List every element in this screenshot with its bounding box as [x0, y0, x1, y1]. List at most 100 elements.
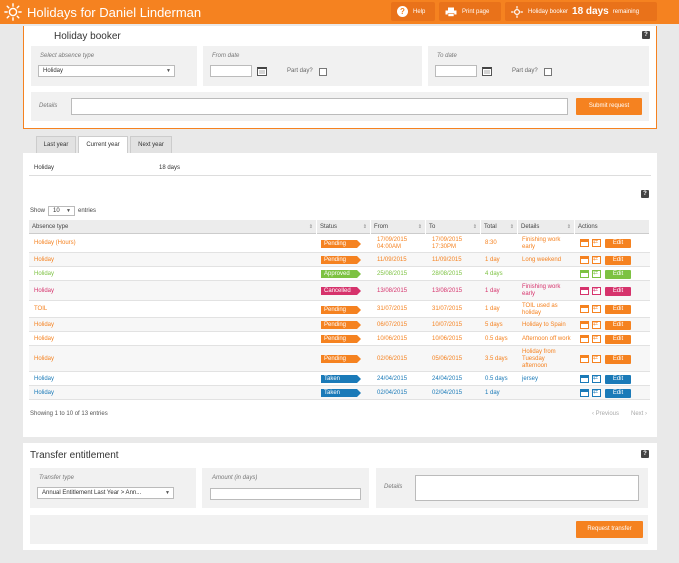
- amount-box: Amount (in days): [202, 468, 369, 508]
- cell-absence-type: Holiday: [34, 322, 55, 328]
- swap-icon[interactable]: [592, 334, 601, 343]
- to-calendar-icon[interactable]: [482, 67, 492, 76]
- cell-from-line: 31/07/2015: [377, 306, 408, 312]
- cell-to-line: 02/04/2015: [432, 390, 463, 396]
- edit-button[interactable]: Edit: [605, 355, 631, 364]
- holiday-booker-button[interactable]: Holiday booker 18 days remaining: [505, 2, 657, 21]
- cell-to: 31/07/2015: [432, 306, 462, 313]
- year-tabs: Last year Current year Next year: [23, 136, 657, 154]
- tab-next-year[interactable]: Next year: [130, 136, 172, 153]
- col-details[interactable]: Details ⇕: [518, 220, 575, 234]
- page-size-select[interactable]: 10 ▼: [48, 206, 75, 216]
- cell-details-line: jersey: [522, 376, 539, 382]
- edit-button[interactable]: Edit: [605, 389, 631, 398]
- print-page-button[interactable]: Print page: [439, 2, 501, 21]
- col-actions: Actions: [575, 220, 650, 234]
- to-part-day-checkbox[interactable]: [544, 68, 552, 76]
- cell-to-line: 11/09/2015: [432, 257, 462, 263]
- sort-icon: ⇕: [417, 224, 422, 230]
- swap-icon[interactable]: [592, 255, 601, 264]
- cell-details-line: Holiday from: [522, 349, 556, 355]
- absences-panel: Holiday 18 days ? Show 10 ▼ entries Abse…: [23, 153, 657, 437]
- cell-details: Finishing work early: [522, 237, 560, 251]
- cell-absence-type: TOIL: [34, 306, 48, 312]
- cell-details-line: early: [522, 244, 536, 250]
- pager-next[interactable]: Next ›: [631, 411, 647, 417]
- cell-absence-type: Holiday: [34, 376, 55, 382]
- swap-icon[interactable]: [592, 238, 601, 247]
- table-help-icon[interactable]: ?: [641, 190, 649, 198]
- col-absence-type[interactable]: Absence type ⇕: [29, 220, 317, 234]
- calendar-icon[interactable]: [580, 256, 589, 264]
- sort-icon: ⇕: [509, 224, 514, 230]
- transfer-help-icon[interactable]: ?: [641, 450, 649, 458]
- request-transfer-button[interactable]: Request transfer: [576, 521, 643, 538]
- details-input[interactable]: [71, 98, 568, 115]
- amount-input[interactable]: [210, 488, 361, 500]
- cell-total: 0.5 days: [485, 376, 508, 382]
- cell-total: 1 day: [485, 288, 500, 294]
- to-date-input[interactable]: [435, 65, 477, 77]
- from-calendar-icon[interactable]: [257, 67, 267, 76]
- calendar-icon[interactable]: [580, 321, 589, 329]
- swap-icon[interactable]: [592, 388, 601, 397]
- submit-request-button[interactable]: Submit request: [576, 98, 642, 115]
- cell-to-line: 31/07/2015: [432, 306, 463, 312]
- table-row: Holiday Pending 11/09/2015 11/09/2015 1 day L…: [29, 253, 650, 267]
- col-status[interactable]: Status ⇕: [317, 220, 371, 234]
- from-part-day-checkbox[interactable]: [319, 68, 327, 76]
- calendar-icon[interactable]: [580, 239, 589, 247]
- swap-icon[interactable]: [592, 286, 601, 295]
- tab-current-year[interactable]: Current year: [78, 136, 128, 154]
- edit-button[interactable]: Edit: [605, 321, 631, 330]
- col-from[interactable]: From ⇕: [371, 220, 426, 234]
- edit-button[interactable]: Edit: [605, 287, 631, 296]
- cell-to-line: 10/07/2015: [432, 322, 463, 328]
- edit-button[interactable]: Edit: [605, 375, 631, 384]
- edit-button[interactable]: Edit: [605, 256, 631, 265]
- from-date-input[interactable]: [210, 65, 252, 77]
- table-info: Showing 1 to 10 of 13 entries: [30, 411, 108, 417]
- col-to[interactable]: To ⇕: [426, 220, 481, 234]
- booker-help-icon[interactable]: ?: [642, 31, 650, 39]
- cell-from: 11/09/2015: [377, 257, 407, 264]
- edit-button[interactable]: Edit: [605, 270, 631, 279]
- cell-details-line: TOIL used as: [522, 303, 558, 309]
- table-row: Holiday Taken 02/04/2015 02/04/2015 1 day Edi…: [29, 386, 650, 400]
- swap-icon[interactable]: [592, 374, 601, 383]
- cell-from-line: 13/08/2015: [377, 288, 408, 294]
- cell-total: 1 day: [485, 257, 500, 263]
- calendar-icon[interactable]: [580, 270, 589, 278]
- cell-absence-type: Holiday: [34, 257, 55, 263]
- edit-button[interactable]: Edit: [605, 305, 631, 314]
- transfer-details-input[interactable]: [415, 475, 639, 501]
- calendar-icon[interactable]: [580, 355, 589, 363]
- calendar-icon[interactable]: [580, 287, 589, 295]
- swap-icon[interactable]: [592, 320, 601, 329]
- calendar-icon[interactable]: [580, 389, 589, 397]
- calendar-icon[interactable]: [580, 375, 589, 383]
- from-part-day-label: Part day?: [287, 68, 313, 74]
- swap-icon[interactable]: [592, 354, 601, 363]
- swap-icon[interactable]: [592, 304, 601, 313]
- status-badge: Pending: [321, 240, 361, 248]
- edit-button[interactable]: Edit: [605, 239, 631, 248]
- cell-details: Holiday to Spain: [522, 322, 566, 329]
- cell-details: TOIL used as holiday: [522, 303, 558, 317]
- transfer-type-select[interactable]: Annual Entitlement Last Year > Ann... ▼: [37, 487, 174, 499]
- cell-absence-type: Holiday: [34, 356, 55, 362]
- tab-last-year[interactable]: Last year: [36, 136, 76, 153]
- status-badge: Taken: [321, 389, 361, 397]
- calendar-icon[interactable]: [580, 305, 589, 313]
- help-button[interactable]: ? Help: [391, 2, 435, 21]
- status-badge: Cancelled: [321, 287, 361, 295]
- cell-total: 1 day: [485, 390, 500, 396]
- calendar-icon[interactable]: [580, 335, 589, 343]
- absence-type-select[interactable]: Holiday ▼: [38, 65, 175, 77]
- cell-details: Long weekend: [522, 257, 561, 264]
- cell-to: 13/08/2015: [432, 288, 462, 295]
- pager-previous[interactable]: ‹ Previous: [592, 411, 619, 417]
- swap-icon[interactable]: [592, 269, 601, 278]
- edit-button[interactable]: Edit: [605, 335, 631, 344]
- col-total[interactable]: Total ⇕: [481, 220, 518, 234]
